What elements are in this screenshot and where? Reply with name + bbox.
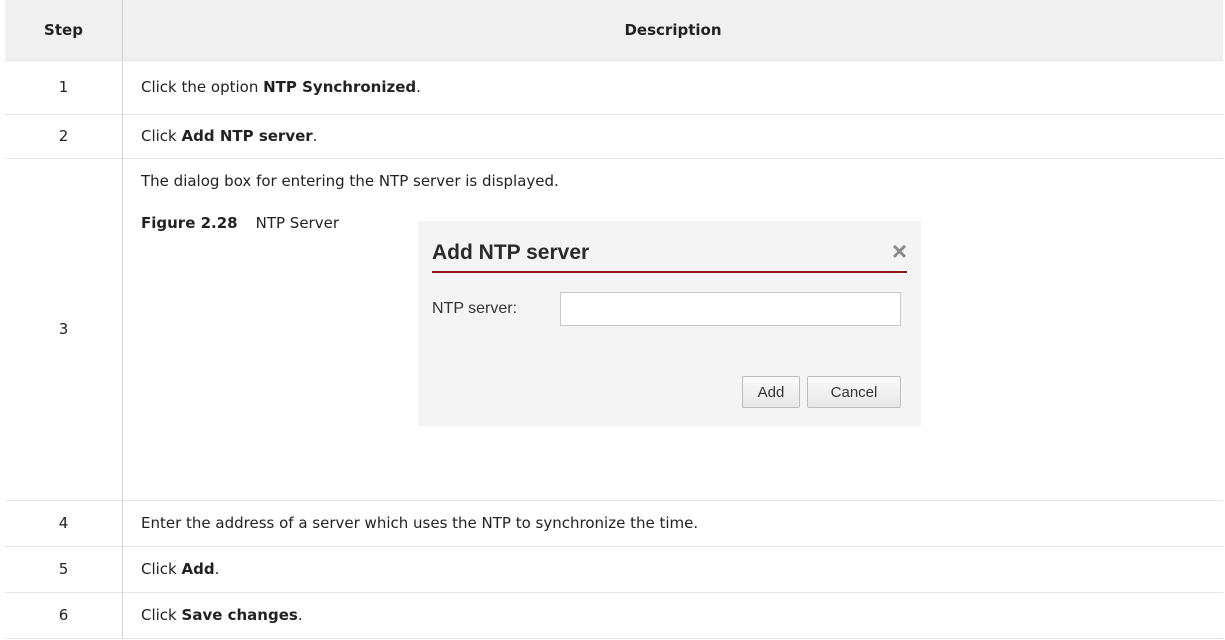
step-description: Click Add.: [122, 546, 1223, 592]
header-description: Description: [122, 0, 1223, 60]
table-row: 5 Click Add.: [5, 546, 1223, 593]
step-description: Click Save changes.: [122, 592, 1223, 638]
step-description: Click the option NTP Synchronized.: [122, 60, 1223, 114]
table-header: Step Description: [5, 0, 1223, 61]
step-description: Enter the address of a server which uses…: [122, 500, 1223, 546]
table-row: 6 Click Save changes.: [5, 592, 1223, 639]
title-divider: [432, 271, 907, 273]
step-text: The dialog box for entering the NTP serv…: [141, 172, 559, 190]
step-description: Click Add NTP server.: [122, 114, 1223, 158]
step-number: 2: [58, 127, 69, 145]
add-ntp-server-dialog: Add NTP server × NTP server: Add Cancel: [418, 221, 921, 426]
step-number: 4: [58, 514, 69, 532]
dialog-title: Add NTP server: [432, 241, 590, 264]
figure-title: NTP Server: [255, 214, 339, 232]
table-row: 2 Click Add NTP server.: [5, 114, 1223, 159]
table-row: 3 The dialog box for entering the NTP se…: [5, 158, 1223, 501]
step-number: 5: [58, 560, 69, 578]
table-row: 4 Enter the address of a server which us…: [5, 500, 1223, 547]
add-button[interactable]: Add: [742, 376, 800, 408]
figure-number: Figure 2.28: [141, 214, 238, 232]
step-number: 3: [58, 320, 69, 338]
step-number: 1: [58, 78, 69, 96]
table-row: 1 Click the option NTP Synchronized.: [5, 60, 1223, 115]
step-number: 6: [58, 606, 69, 624]
close-icon[interactable]: ×: [892, 236, 907, 267]
header-step: Step: [44, 21, 83, 39]
cancel-button[interactable]: Cancel: [807, 376, 901, 408]
ntp-server-label: NTP server:: [432, 300, 518, 317]
step-description: The dialog box for entering the NTP serv…: [122, 158, 1223, 500]
figure-caption: Figure 2.28 NTP Server: [141, 214, 339, 232]
ntp-server-input[interactable]: [560, 292, 901, 326]
